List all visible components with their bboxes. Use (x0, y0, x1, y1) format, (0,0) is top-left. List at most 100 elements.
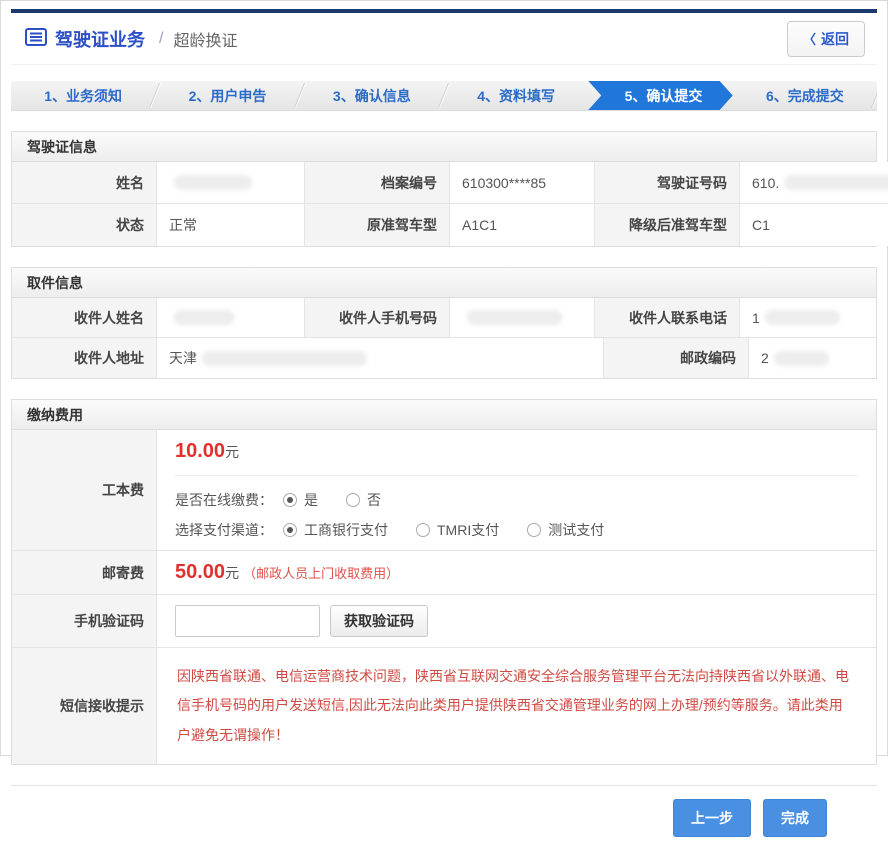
redacted-recipient-name (174, 310, 234, 325)
recipient-mobile-label: 收件人手机号码 (305, 298, 450, 338)
work-fee-amount-line: 10.00元 (175, 440, 858, 463)
tab-step-3-label: 3、确认信息 (333, 86, 411, 106)
recipient-address-value: 天津 (157, 338, 604, 378)
sms-tip-text: 因陕西省联通、电信运营商技术问题，陕西省互联网交通安全综合服务管理平台无法向持陕… (175, 658, 858, 754)
redacted-recipient-phone (765, 310, 840, 325)
orig-class-value: A1C1 (450, 204, 595, 246)
redacted-recipient-mobile (467, 310, 562, 325)
recipient-name-value (157, 298, 305, 338)
online-pay-row: 是否在线缴费： 是 否 (175, 490, 858, 510)
radio-checked-icon[interactable] (283, 493, 297, 507)
tab-step-5-label: 5、确认提交 (625, 86, 703, 106)
pickup-info-row-1: 收件人姓名 收件人手机号码 收件人联系电话 1 (12, 298, 876, 338)
channel-icbc-option[interactable]: 工商银行支付 (283, 520, 388, 540)
radio-checked-icon[interactable] (283, 523, 297, 537)
work-fee-cell: 10.00元 是否在线缴费： 是 否 选择支付渠道： 工商银行支付 (157, 430, 876, 551)
sms-code-cell: 获取验证码 (157, 595, 876, 648)
tab-separator (871, 83, 877, 108)
sms-code-input[interactable] (175, 605, 320, 637)
recipient-phone-value: 1 (740, 298, 876, 338)
fee-section: 缴纳费用 工本费 10.00元 是否在线缴费： 是 否 选择支付渠道： (11, 399, 877, 765)
tab-step-6-label: 6、完成提交 (766, 86, 844, 106)
get-code-button[interactable]: 获取验证码 (330, 605, 428, 637)
recipient-address-label: 收件人地址 (12, 338, 157, 378)
finish-button[interactable]: 完成 (763, 799, 827, 837)
downgraded-class-value: C1 (740, 204, 888, 246)
tab-step-4-label: 4、资料填写 (477, 86, 555, 106)
postage-note: （邮政人员上门收取费用） (243, 563, 399, 582)
online-pay-yes-label: 是 (304, 490, 318, 510)
name-label: 姓名 (12, 162, 157, 204)
page-title: 驾驶证业务 (55, 26, 145, 52)
online-pay-no-label: 否 (367, 490, 381, 510)
downgraded-class-label: 降级后准驾车型 (595, 204, 740, 246)
sms-code-label: 手机验证码 (12, 595, 157, 648)
file-no-value: 610300****85 (450, 162, 595, 204)
tab-step-1[interactable]: 1、业务须知 (11, 81, 155, 110)
postal-code-label: 邮政编码 (604, 338, 749, 378)
fee-divider (175, 475, 858, 476)
online-pay-no-option[interactable]: 否 (346, 490, 381, 510)
radio-unchecked-icon[interactable] (346, 493, 360, 507)
file-no-label: 档案编号 (305, 162, 450, 204)
channel-tmri-option[interactable]: TMRI支付 (416, 520, 499, 540)
postage-cell: 50.00元 （邮政人员上门收取费用） (157, 551, 876, 595)
redacted-name (174, 175, 252, 190)
pay-channel-row: 选择支付渠道： 工商银行支付 TMRI支付 测试支付 (175, 520, 858, 540)
status-value: 正常 (157, 204, 305, 246)
redacted-postal-code (774, 351, 829, 366)
page-subtitle: 超龄换证 (173, 27, 237, 51)
channel-icbc-label: 工商银行支付 (304, 520, 388, 540)
license-info-table: 姓名 档案编号 610300****85 驾驶证号码 610. 状态 正常 原准… (12, 162, 876, 246)
channel-test-label: 测试支付 (548, 520, 604, 540)
tab-step-4[interactable]: 4、资料填写 (444, 81, 588, 110)
license-no-value: 610. (740, 162, 888, 204)
postal-code-value: 2 (749, 338, 876, 378)
page-header: 驾驶证业务 / 超龄换证 〈 返回 (11, 13, 877, 65)
name-value (157, 162, 305, 204)
postage-amount: 50.00 (175, 561, 225, 584)
license-info-section: 驾驶证信息 姓名 档案编号 610300****85 驾驶证号码 610. 状态… (11, 131, 877, 247)
tab-step-1-label: 1、业务须知 (44, 86, 122, 106)
previous-step-button[interactable]: 上一步 (673, 799, 751, 837)
channel-test-option[interactable]: 测试支付 (527, 520, 604, 540)
recipient-phone-label: 收件人联系电话 (595, 298, 740, 338)
redacted-recipient-address (202, 351, 367, 366)
recipient-name-label: 收件人姓名 (12, 298, 157, 338)
channel-tmri-label: TMRI支付 (437, 520, 499, 540)
tab-step-3[interactable]: 3、确认信息 (300, 81, 444, 110)
fee-table: 工本费 10.00元 是否在线缴费： 是 否 选择支付渠道： (12, 430, 876, 764)
work-fee-label: 工本费 (12, 430, 157, 551)
postage-currency: 元 (225, 563, 239, 583)
fee-section-title: 缴纳费用 (12, 400, 876, 430)
online-pay-caption: 是否在线缴费： (175, 490, 273, 510)
pay-channel-caption: 选择支付渠道： (175, 520, 273, 540)
sms-tip-label: 短信接收提示 (12, 648, 157, 764)
breadcrumb: 驾驶证业务 / 超龄换证 (25, 26, 237, 52)
recipient-mobile-value (450, 298, 595, 338)
step-progress-bar: 1、业务须知 2、用户申告 3、确认信息 4、资料填写 5、确认提交 6、完成提… (11, 81, 877, 111)
tab-step-6[interactable]: 6、完成提交 (733, 81, 877, 110)
license-list-icon (25, 28, 47, 49)
license-info-title: 驾驶证信息 (12, 132, 876, 162)
status-label: 状态 (12, 204, 157, 246)
radio-unchecked-icon[interactable] (527, 523, 541, 537)
sms-tip-cell: 因陕西省联通、电信运营商技术问题，陕西省互联网交通安全综合服务管理平台无法向持陕… (157, 648, 876, 764)
radio-unchecked-icon[interactable] (416, 523, 430, 537)
breadcrumb-separator: / (159, 30, 163, 48)
orig-class-label: 原准驾车型 (305, 204, 450, 246)
pickup-info-section: 取件信息 收件人姓名 收件人手机号码 收件人联系电话 1 收件人地址 天津 邮政… (11, 267, 877, 379)
footer-actions: 上一步 完成 (11, 785, 877, 850)
postage-label: 邮寄费 (12, 551, 157, 595)
work-fee-currency: 元 (225, 444, 239, 460)
tab-step-5-active[interactable]: 5、确认提交 (588, 81, 732, 110)
redacted-license-no (784, 175, 888, 190)
pickup-info-row-2: 收件人地址 天津 邮政编码 2 (12, 338, 876, 378)
back-arrow-icon: 〈 (803, 29, 816, 48)
work-fee-amount: 10.00 (175, 440, 225, 462)
back-button[interactable]: 〈 返回 (787, 21, 865, 57)
pickup-info-title: 取件信息 (12, 268, 876, 298)
tab-step-2[interactable]: 2、用户申告 (155, 81, 299, 110)
license-no-label: 驾驶证号码 (595, 162, 740, 204)
online-pay-yes-option[interactable]: 是 (283, 490, 318, 510)
